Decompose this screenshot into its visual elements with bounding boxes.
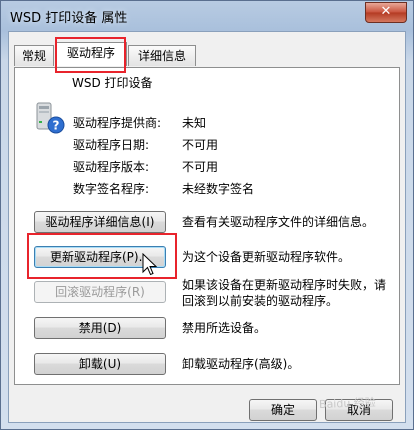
signer-label: 数字签名程序: — [73, 182, 150, 196]
svg-text:?: ? — [53, 119, 60, 133]
version-label: 驱动程序版本: — [73, 160, 150, 174]
mouse-cursor-icon — [142, 253, 158, 276]
close-button[interactable]: ✕ — [365, 2, 407, 23]
date-value: 不可用 — [182, 138, 219, 152]
tab-driver[interactable]: 驱动程序 — [55, 42, 127, 66]
signer-value: 未经数字签名 — [182, 182, 255, 196]
provider-label: 驱动程序提供商: — [73, 116, 162, 130]
version-value: 不可用 — [182, 160, 219, 174]
disable-button[interactable]: 禁用(D) — [34, 317, 166, 339]
update-driver-desc: 为这个设备更新驱动程序软件。 — [182, 250, 351, 264]
watermark-logo: Baidu 经验 — [318, 396, 377, 411]
properties-window: WSD 打印设备 属性 ✕ 常规 驱动程序 详细信息 ? WSD 打印设备 驱动… — [0, 0, 414, 430]
uninstall-button[interactable]: 卸载(U) — [34, 353, 166, 375]
window-title: WSD 打印设备 属性 — [10, 11, 128, 26]
device-name: WSD 打印设备 — [72, 76, 153, 90]
uninstall-desc: 卸载驱动程序(高级)。 — [182, 357, 300, 371]
rollback-driver-button[interactable]: 回滚驱动程序(R) — [34, 281, 166, 303]
disable-desc: 禁用所选设备。 — [182, 321, 267, 335]
tab-details[interactable]: 详细信息 — [128, 45, 196, 66]
ok-button[interactable]: 确定 — [249, 399, 317, 421]
tab-general-label: 常规 — [21, 49, 46, 63]
tab-general[interactable]: 常规 — [14, 45, 54, 66]
tab-driver-label: 驱动程序 — [66, 46, 115, 60]
close-icon: ✕ — [380, 4, 392, 19]
tab-details-label: 详细信息 — [137, 49, 186, 63]
printer-help-icon: ? — [36, 102, 65, 134]
driver-tab-panel: ? WSD 打印设备 驱动程序提供商: 未知 驱动程序日期: 不可用 驱动程序版… — [14, 67, 400, 385]
rollback-driver-desc: 如果该设备在更新驱动程序时失败，请回滚到以前安装的驱动程序。 — [182, 278, 387, 308]
title-bar[interactable]: WSD 打印设备 属性 ✕ — [1, 1, 413, 31]
provider-value: 未知 — [182, 116, 207, 130]
date-label: 驱动程序日期: — [73, 138, 150, 152]
dialog-client-area: 常规 驱动程序 详细信息 ? WSD 打印设备 驱动程序提供商: 未知 驱动程序… — [8, 31, 406, 423]
driver-details-button[interactable]: 驱动程序详细信息(I) — [34, 211, 166, 233]
driver-details-desc: 查看有关驱动程序文件的详细信息。 — [182, 215, 375, 229]
